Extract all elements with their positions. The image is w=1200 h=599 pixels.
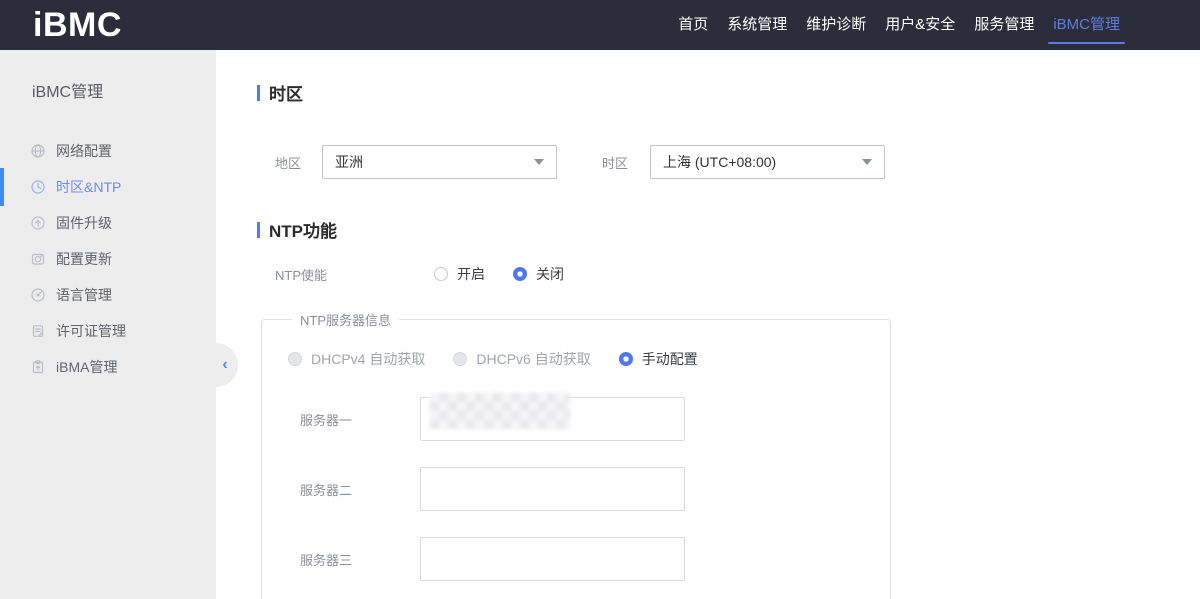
network-icon [30, 143, 46, 159]
server-one-field [420, 397, 685, 441]
ntp-server-group-legend: NTP服务器信息 [292, 310, 399, 329]
radio-ntp-on[interactable]: 开启 [434, 264, 485, 284]
timezone-form-row: 地区 亚洲 时区 上海 (UTC+08:00) [257, 145, 1160, 179]
ntp-section-title: NTP功能 [257, 217, 1160, 242]
ntp-enable-label: NTP使能 [275, 265, 434, 284]
server-three-input[interactable] [421, 538, 684, 580]
sidebar-item-label: 语言管理 [56, 285, 112, 305]
sidebar-item-language[interactable]: 语言管理 [0, 277, 216, 313]
nav-item-ibmc[interactable]: iBMC管理 [1053, 0, 1120, 50]
ntp-enable-radio-group: 开启 关闭 [434, 264, 564, 284]
ibma-clipboard-icon [30, 359, 46, 375]
timezone-label: 时区 [602, 153, 650, 172]
nav-item-system[interactable]: 系统管理 [727, 0, 787, 50]
timezone-clock-icon [30, 179, 46, 195]
server-two-row: 服务器二 [288, 467, 890, 511]
sidebar: iBMC管理 网络配置 时区&NTP 固件升级 [0, 50, 216, 599]
top-nav: 首页 系统管理 维护诊断 用户&安全 服务管理 iBMC管理 [678, 0, 1120, 50]
app-logo: iBMC [33, 0, 122, 50]
sidebar-item-label: 时区&NTP [56, 177, 121, 197]
sidebar-item-config-update[interactable]: 配置更新 [0, 241, 216, 277]
server-three-field [420, 537, 685, 581]
server-two-input[interactable] [421, 468, 684, 510]
main-content: 时区 地区 亚洲 时区 上海 (UTC+08:00) NTP功能 NTP使能 [216, 50, 1200, 599]
active-item-marker [0, 168, 4, 206]
radio-dhcpv6-auto: DHCPv6 自动获取 [453, 349, 590, 369]
nav-item-service[interactable]: 服务管理 [974, 0, 1034, 50]
radio-dhcpv4-auto: DHCPv4 自动获取 [288, 349, 425, 369]
server-three-row: 服务器三 [288, 537, 890, 581]
section-title-accent-bar [257, 85, 260, 101]
firmware-upgrade-icon [30, 215, 46, 231]
sidebar-item-label: 配置更新 [56, 249, 112, 269]
config-update-icon [30, 251, 46, 267]
server-one-input[interactable] [421, 398, 684, 440]
chevron-down-icon [534, 159, 544, 165]
section-title-accent-bar [257, 222, 260, 238]
server-one-row: 服务器一 [288, 397, 890, 441]
license-icon [30, 323, 46, 339]
region-select-value: 亚洲 [335, 152, 363, 172]
ntp-enable-row: NTP使能 开启 关闭 [257, 264, 1160, 284]
sidebar-item-license[interactable]: 许可证管理 [0, 313, 216, 349]
server-three-label: 服务器三 [288, 550, 420, 569]
sidebar-item-firmware-upgrade[interactable]: 固件升级 [0, 205, 216, 241]
radio-circle-checked [513, 267, 527, 281]
sidebar-item-label: 固件升级 [56, 213, 112, 233]
language-icon [30, 287, 46, 303]
timezone-section-title: 时区 [257, 80, 1160, 105]
nav-item-user-security[interactable]: 用户&安全 [885, 0, 955, 50]
region-label: 地区 [275, 153, 322, 172]
nav-item-maintenance[interactable]: 维护诊断 [806, 0, 866, 50]
region-select[interactable]: 亚洲 [322, 145, 557, 179]
sidebar-item-label: 网络配置 [56, 141, 112, 161]
nav-item-home[interactable]: 首页 [678, 0, 708, 50]
sidebar-item-network-config[interactable]: 网络配置 [0, 133, 216, 169]
timezone-select[interactable]: 上海 (UTC+08:00) [650, 145, 885, 179]
app-header: iBMC 首页 系统管理 维护诊断 用户&安全 服务管理 iBMC管理 [0, 0, 1200, 50]
sidebar-title: iBMC管理 [0, 50, 216, 102]
chevron-down-icon [862, 159, 872, 165]
nav-item-label: iBMC管理 [1053, 16, 1120, 33]
sidebar-menu: 网络配置 时区&NTP 固件升级 配置更新 [0, 133, 216, 385]
sidebar-item-label: 许可证管理 [56, 321, 126, 341]
page-body: iBMC管理 网络配置 时区&NTP 固件升级 [0, 50, 1200, 599]
timezone-select-value: 上海 (UTC+08:00) [663, 152, 776, 172]
active-tab-underline [1048, 42, 1125, 44]
sidebar-item-label: iBMA管理 [56, 357, 117, 377]
radio-ntp-off[interactable]: 关闭 [513, 264, 564, 284]
server-one-label: 服务器一 [288, 410, 420, 429]
radio-circle-disabled [453, 352, 467, 366]
radio-circle-disabled [288, 352, 302, 366]
radio-manual-config[interactable]: 手动配置 [619, 349, 698, 369]
server-two-label: 服务器二 [288, 480, 420, 499]
ntp-server-mode-radio-group: DHCPv4 自动获取 DHCPv6 自动获取 手动配置 [288, 349, 890, 369]
server-two-field [420, 467, 685, 511]
sidebar-item-timezone-ntp[interactable]: 时区&NTP [0, 169, 216, 205]
radio-circle [434, 267, 448, 281]
sidebar-item-ibma[interactable]: iBMA管理 [0, 349, 216, 385]
radio-circle-checked [619, 352, 633, 366]
chevron-left-icon: ‹ [222, 357, 227, 373]
ntp-server-group: NTP服务器信息 DHCPv4 自动获取 DHCPv6 自动获取 手动配置 服务… [261, 310, 891, 599]
